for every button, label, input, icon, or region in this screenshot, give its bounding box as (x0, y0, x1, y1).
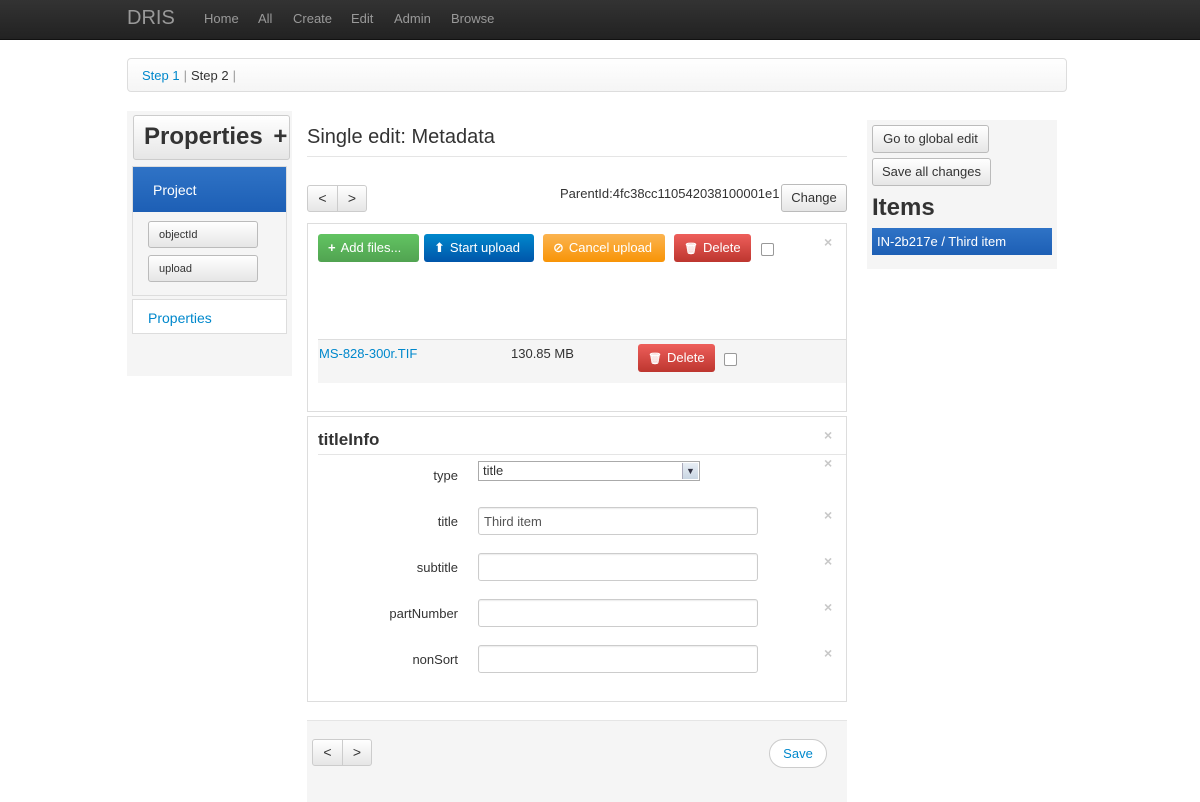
breadcrumb-separator: | (183, 68, 187, 83)
type-select-value: title (483, 463, 504, 478)
nav-admin[interactable]: Admin (394, 11, 431, 26)
next-button[interactable]: > (342, 740, 371, 765)
change-button[interactable]: Change (781, 184, 847, 212)
save-all-button[interactable]: Save all changes (872, 158, 991, 186)
file-delete-label: Delete (666, 350, 705, 365)
trash-icon: 🗑 (648, 353, 662, 365)
project-section: Project objectId upload (132, 166, 287, 296)
subtitle-label: subtitle (416, 560, 458, 575)
start-upload-button[interactable]: ⬆ Start upload (424, 234, 534, 262)
close-icon[interactable]: × (824, 234, 832, 250)
type-select[interactable]: title ▼ (478, 461, 700, 481)
item-list-entry[interactable]: IN-2b217e / Third item (872, 228, 1052, 255)
prev-button[interactable]: < (308, 186, 337, 211)
subtitle-input[interactable] (478, 553, 758, 581)
properties-title: Properties (144, 123, 263, 150)
nav-browse[interactable]: Browse (451, 11, 494, 26)
close-icon[interactable]: × (824, 427, 832, 443)
close-icon[interactable]: × (824, 645, 832, 661)
close-icon[interactable]: × (824, 507, 832, 523)
close-icon[interactable]: × (824, 553, 832, 569)
prev-button[interactable]: < (313, 740, 342, 765)
nonsort-input[interactable] (478, 645, 758, 673)
title-label: title (437, 514, 458, 529)
parent-id-text: ParentId:4fc38cc110542038100001e1 (560, 186, 780, 201)
divider (318, 454, 846, 455)
top-pager: < > (307, 185, 367, 212)
plus-icon: + (273, 123, 288, 150)
cancel-upload-button[interactable]: ⊘ Cancel upload (543, 234, 665, 262)
global-edit-button[interactable]: Go to global edit (872, 125, 989, 153)
partnumber-label: partNumber (389, 606, 458, 621)
partnumber-input[interactable] (478, 599, 758, 627)
close-icon[interactable]: × (824, 599, 832, 615)
file-size: 130.85 MB (511, 346, 574, 361)
form-footer: < > Save (307, 720, 847, 802)
close-icon[interactable]: × (824, 455, 832, 471)
nav-home[interactable]: Home (204, 11, 239, 26)
cancel-upload-label: Cancel upload (568, 240, 653, 255)
add-files-label: Add files... (340, 240, 402, 255)
delete-label: Delete (702, 240, 741, 255)
add-files-button[interactable]: + Add files... (318, 234, 419, 262)
save-button[interactable]: Save (769, 739, 827, 768)
file-row: MS-828-300r.TIF 130.85 MB 🗑 Delete (318, 339, 846, 383)
brand-logo[interactable]: DRIS (127, 7, 175, 30)
select-all-checkbox[interactable] (761, 243, 774, 256)
breadcrumb-separator: | (232, 68, 236, 83)
nav-create[interactable]: Create (293, 11, 332, 26)
file-select-checkbox[interactable] (724, 353, 737, 366)
page-title: Single edit: Metadata (307, 126, 495, 148)
items-heading: Items (872, 194, 935, 221)
upload-panel: + Add files... ⬆ Start upload ⊘ Cancel uplo… (307, 223, 847, 412)
title-input[interactable]: Third item (478, 507, 758, 535)
titleinfo-panel: titleInfo × type title ▼ × title Third i… (307, 416, 847, 702)
chevron-down-icon: ▼ (682, 463, 698, 479)
section-heading: titleInfo (318, 430, 380, 449)
breadcrumb: Step 1 | Step 2 | (127, 58, 1067, 92)
cancel-icon: ⊘ (553, 240, 564, 255)
next-button[interactable]: > (337, 186, 366, 211)
start-upload-label: Start upload (449, 240, 521, 255)
top-navbar: DRIS Home All Create Edit Admin Browse (0, 0, 1200, 40)
upload-icon: ⬆ (434, 240, 445, 255)
trash-icon: 🗑 (684, 243, 698, 255)
delete-all-button[interactable]: 🗑 Delete (674, 234, 751, 262)
nonsort-label: nonSort (412, 652, 458, 667)
nav-all[interactable]: All (258, 11, 272, 26)
plus-icon: + (328, 240, 336, 255)
file-delete-button[interactable]: 🗑 Delete (638, 344, 715, 372)
nav-edit[interactable]: Edit (351, 11, 373, 26)
properties-link[interactable]: Properties (148, 310, 212, 326)
breadcrumb-step2: Step 2 (190, 68, 229, 83)
properties-header-button[interactable]: Properties + (133, 115, 290, 160)
sidebar-item-properties[interactable]: Properties (132, 299, 287, 334)
sidebar-item-project[interactable]: Project (133, 167, 286, 212)
objectid-button[interactable]: objectId (148, 221, 258, 248)
breadcrumb-step1[interactable]: Step 1 (142, 68, 180, 83)
upload-button[interactable]: upload (148, 255, 258, 282)
type-label: type (433, 468, 458, 483)
divider (307, 156, 847, 157)
file-name-link[interactable]: MS-828-300r.TIF (319, 346, 417, 361)
bottom-pager: < > (312, 739, 372, 766)
